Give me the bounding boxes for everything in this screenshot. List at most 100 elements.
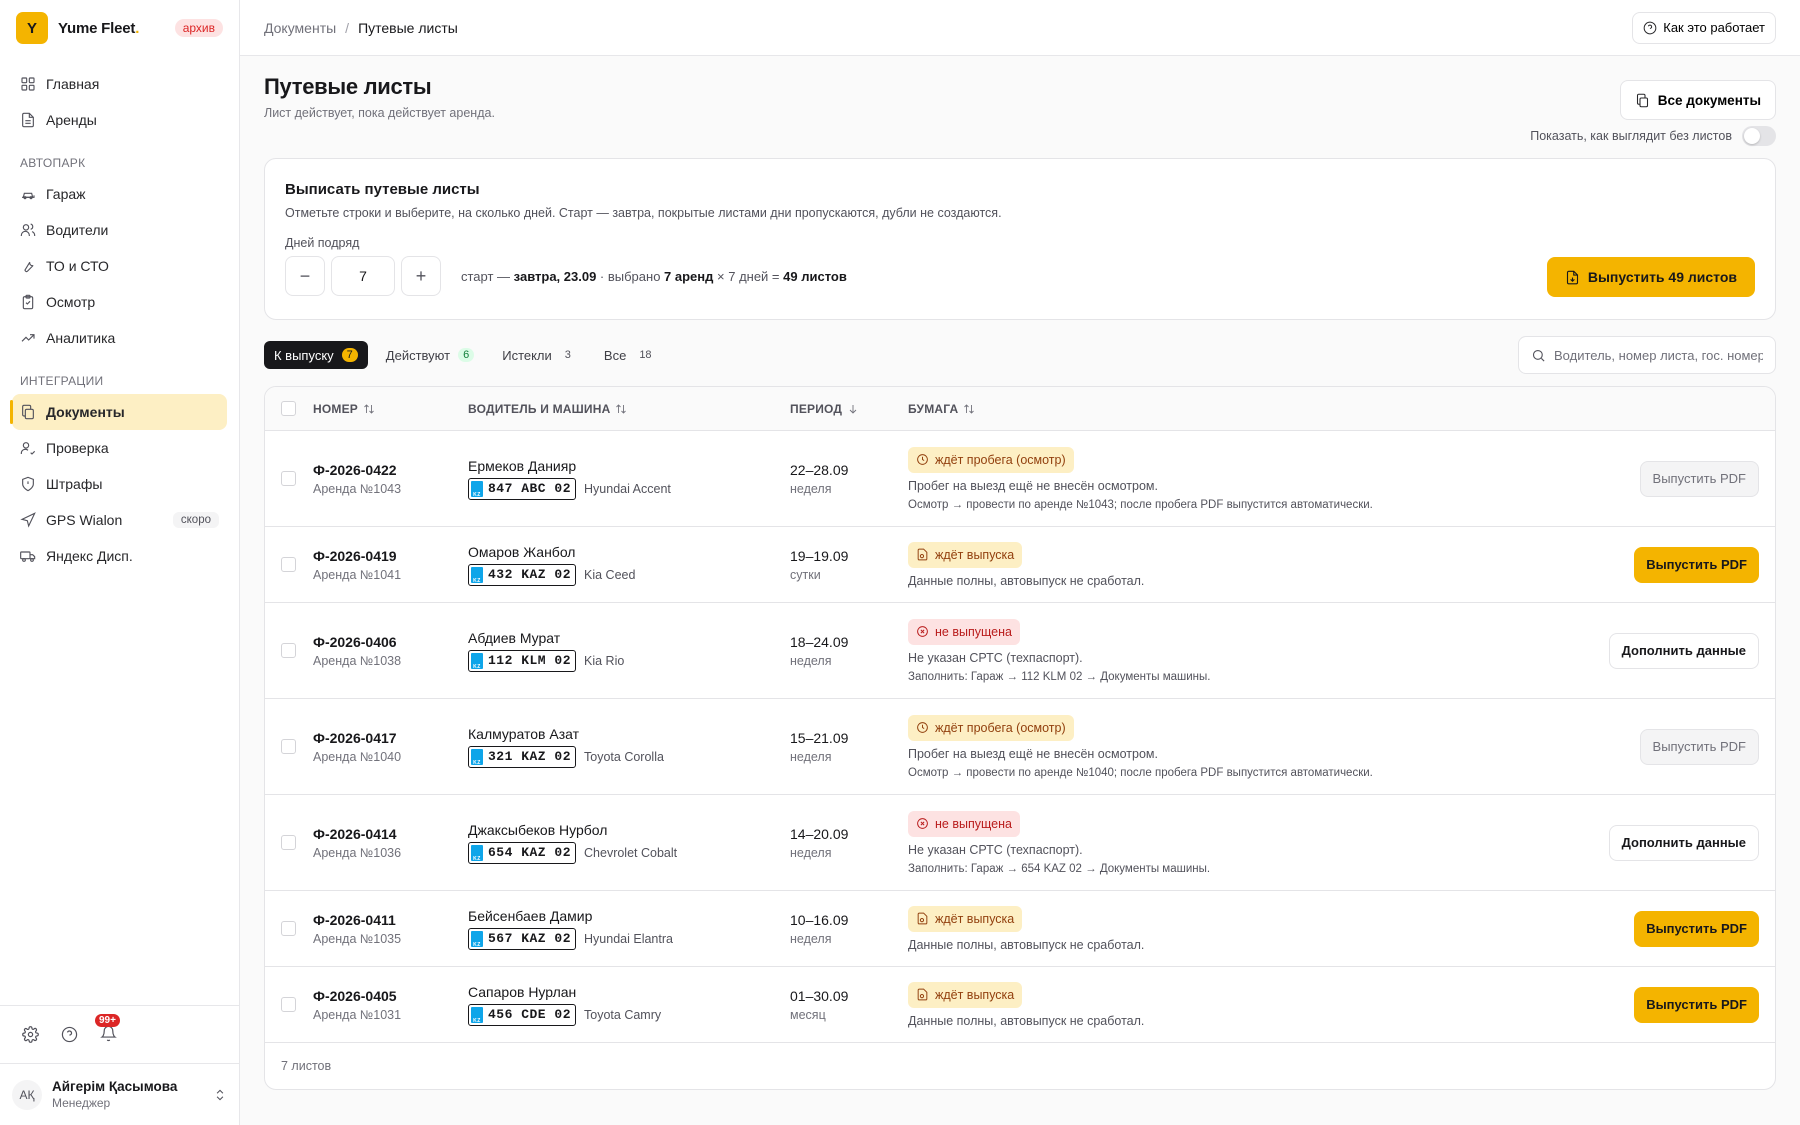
tab-2[interactable]: Истекли 3	[492, 341, 586, 369]
sidebar-item-fleet-4[interactable]: Аналитика	[12, 320, 227, 356]
empty-preview-toggle[interactable]	[1742, 126, 1776, 146]
table-row[interactable]: Ф-2026-0414 Аренда №1036 Джаксыбеков Нур…	[265, 795, 1775, 891]
status-detail: Не указан СРТС (техпаспорт).	[908, 650, 1083, 665]
waybill-number[interactable]: Ф-2026-0417	[313, 730, 468, 746]
sidebar-item-label: Проверка	[46, 440, 109, 456]
vehicle: 847 ABC 02 Hyundai Accent	[468, 477, 790, 500]
clock-icon	[917, 722, 928, 733]
notifications-badge: 99+	[95, 1013, 120, 1027]
user-role: Менеджер	[52, 1096, 111, 1110]
row-checkbox[interactable]	[281, 643, 296, 658]
waybill-number[interactable]: Ф-2026-0406	[313, 634, 468, 650]
help-circle-icon[interactable]	[61, 1026, 78, 1043]
rental-number: Аренда №1040	[313, 749, 402, 764]
issue-sheets-button[interactable]: Выпустить 49 листов	[1546, 257, 1755, 297]
header-paper[interactable]: БУМАГА	[908, 402, 1607, 416]
complete-data-button[interactable]: Дополнить данные	[1608, 824, 1759, 861]
table-row[interactable]: Ф-2026-0422 Аренда №1043 Ермеков Данияр …	[265, 431, 1775, 527]
status-text: ждёт пробега (осмотр)	[935, 720, 1066, 735]
tab-label: Истекли	[502, 347, 552, 363]
file-clock-icon	[917, 988, 928, 1001]
documents-icon	[22, 404, 34, 420]
sidebar-item-fleet-0[interactable]: Гараж	[12, 176, 227, 212]
waybill-number[interactable]: Ф-2026-0422	[313, 462, 468, 478]
row-checkbox[interactable]	[281, 557, 296, 572]
waybill-number[interactable]: Ф-2026-0419	[313, 548, 468, 564]
table-row[interactable]: Ф-2026-0417 Аренда №1040 Калмуратов Азат…	[265, 699, 1775, 795]
waybill-number[interactable]: Ф-2026-0414	[313, 826, 468, 842]
sidebar-item-integrations-1[interactable]: Проверка	[12, 430, 227, 466]
tab-1[interactable]: Действуют 6	[376, 341, 484, 369]
days-increment-button[interactable]: +	[401, 256, 441, 296]
table-row[interactable]: Ф-2026-0419 Аренда №1041 Омаров Жанбол 4…	[265, 527, 1775, 603]
license-plate: 112 KLM 02	[468, 649, 577, 672]
driver-name[interactable]: Калмуратов Азат	[468, 726, 790, 742]
content: Путевые листы Лист действует, пока дейст…	[240, 56, 1800, 1125]
row-checkbox[interactable]	[281, 997, 296, 1012]
sidebar-item-fleet-2[interactable]: ТО и СТО	[12, 248, 227, 284]
waybill-number[interactable]: Ф-2026-0411	[313, 912, 468, 928]
car-model: Kia Ceed	[584, 567, 636, 582]
breadcrumb-parent[interactable]: Документы	[264, 20, 336, 36]
waybills-table: НОМЕР ВОДИТЕЛЬ И МАШИНА ПЕРИОД БУМАГА Ф-…	[264, 386, 1776, 1090]
kz-flag-icon	[471, 748, 483, 766]
sidebar-item-integrations-3[interactable]: GPS Wialon скоро	[12, 502, 227, 538]
vehicle: 432 KAZ 02 Kia Ceed	[468, 563, 790, 586]
driver-name[interactable]: Омаров Жанбол	[468, 544, 790, 560]
table-row[interactable]: Ф-2026-0406 Аренда №1038 Абдиев Мурат 11…	[265, 603, 1775, 699]
issue-pdf-button[interactable]: Выпустить PDF	[1634, 546, 1759, 583]
select-all-checkbox[interactable]	[281, 401, 296, 416]
tab-count: 7	[341, 348, 358, 362]
driver-name[interactable]: Бейсенбаев Дамир	[468, 908, 790, 924]
brand-name: Yume Fleet.	[58, 19, 140, 37]
row-checkbox[interactable]	[281, 921, 296, 936]
gear-icon[interactable]	[22, 1026, 39, 1043]
table-row[interactable]: Ф-2026-0411 Аренда №1035 Бейсенбаев Дами…	[265, 891, 1775, 967]
user-menu[interactable]: AҚ Айгерім Қасымова Менеджер	[0, 1063, 239, 1125]
header-number[interactable]: НОМЕР	[313, 402, 468, 416]
search-input[interactable]	[1554, 347, 1763, 363]
sidebar-item-fleet-3[interactable]: Осмотр	[12, 284, 227, 320]
driver-name[interactable]: Абдиев Мурат	[468, 630, 790, 646]
brand[interactable]: Y Yume Fleet. архив	[0, 0, 239, 56]
vehicle: 567 KAZ 02 Hyundai Elantra	[468, 927, 790, 950]
status-detail: Пробег на выезд ещё не внесён осмотром.	[908, 746, 1158, 761]
days-decrement-button[interactable]: −	[285, 256, 325, 296]
tab-count: 3	[564, 349, 571, 361]
header-driver[interactable]: ВОДИТЕЛЬ И МАШИНА	[468, 402, 790, 416]
issue-pdf-button[interactable]: Выпустить PDF	[1634, 910, 1759, 947]
sidebar-item-integrations-4[interactable]: Яндекс Дисп.	[12, 538, 227, 574]
tab-0[interactable]: К выпуску 7	[264, 341, 368, 369]
row-checkbox[interactable]	[281, 471, 296, 486]
sidebar-item-fleet-1[interactable]: Водители	[12, 212, 227, 248]
days-input[interactable]	[331, 256, 395, 296]
all-documents-button[interactable]: Все документы	[1619, 80, 1776, 120]
navigation-icon	[20, 512, 36, 528]
search-box[interactable]	[1518, 336, 1776, 374]
users-icon	[20, 223, 36, 236]
complete-data-button[interactable]: Дополнить данные	[1608, 632, 1759, 669]
issue-pdf-button[interactable]: Выпустить PDF	[1639, 460, 1759, 497]
notifications[interactable]: 99+	[95, 1013, 120, 1045]
driver-name[interactable]: Сапаров Нурлан	[468, 984, 790, 1000]
sidebar-item-top-1[interactable]: Аренды	[12, 102, 227, 138]
issue-pdf-button[interactable]: Выпустить PDF	[1639, 728, 1759, 765]
sidebar-item-integrations-0[interactable]: Документы	[10, 394, 227, 430]
driver-name[interactable]: Ермеков Данияр	[468, 458, 790, 474]
kz-flag-icon	[471, 844, 483, 862]
x-circle-icon	[917, 818, 928, 829]
header-period[interactable]: ПЕРИОД	[790, 402, 908, 416]
sidebar-item-integrations-2[interactable]: Штрафы	[12, 466, 227, 502]
how-it-works-button[interactable]: Как это работает	[1632, 11, 1776, 44]
tab-3[interactable]: Все 18	[594, 341, 667, 369]
issue-pdf-button[interactable]: Выпустить PDF	[1634, 986, 1759, 1023]
status-detail: Не указан СРТС (техпаспорт).	[908, 842, 1083, 857]
waybill-number[interactable]: Ф-2026-0405	[313, 988, 468, 1004]
row-checkbox[interactable]	[281, 739, 296, 754]
driver-name[interactable]: Джаксыбеков Нурбол	[468, 822, 790, 838]
status-hint: Осмотр → провести по аренде №1043; после…	[908, 498, 1373, 511]
table-row[interactable]: Ф-2026-0405 Аренда №1031 Сапаров Нурлан …	[265, 967, 1775, 1043]
row-checkbox[interactable]	[281, 835, 296, 850]
app-root: Y Yume Fleet. архив Главная Аренды АВТОПАР…	[0, 0, 1800, 1125]
sidebar-item-top-0[interactable]: Главная	[12, 66, 227, 102]
